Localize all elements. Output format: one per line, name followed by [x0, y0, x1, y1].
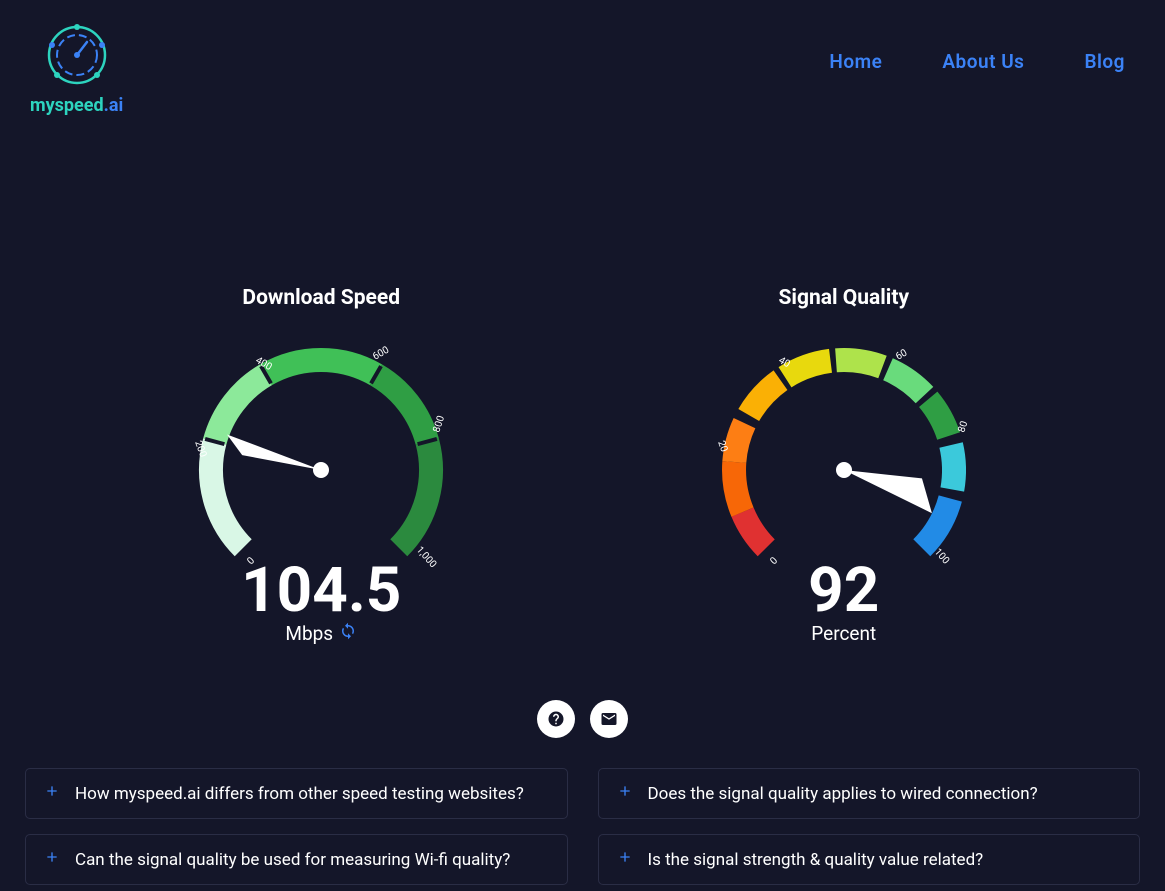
faq-item-2[interactable]: Does the signal quality applies to wired…	[598, 768, 1141, 819]
signal-title: Signal Quality	[778, 286, 909, 310]
plus-icon	[44, 849, 60, 870]
nav-home[interactable]: Home	[829, 50, 882, 73]
logo-text: myspeed.ai	[30, 95, 123, 116]
header: myspeed.ai Home About Us Blog	[0, 0, 1165, 136]
nav-blog[interactable]: Blog	[1084, 50, 1125, 73]
svg-text:1,000: 1,000	[414, 545, 439, 570]
svg-text:80: 80	[956, 419, 970, 433]
main-nav: Home About Us Blog	[829, 20, 1135, 73]
faq-item-3[interactable]: Can the signal quality be used for measu…	[25, 834, 568, 885]
question-icon	[547, 710, 565, 728]
faq-question: Does the signal quality applies to wired…	[648, 784, 1038, 804]
download-unit: Mbps	[285, 622, 333, 645]
faq-question: Can the signal quality be used for measu…	[75, 850, 510, 870]
plus-icon	[617, 849, 633, 870]
logo-icon	[42, 20, 112, 90]
signal-value: 92	[808, 560, 879, 622]
signal-gauge: Signal Quality 0 20 40 60 80 100	[644, 286, 1044, 645]
envelope-icon	[600, 710, 618, 728]
download-value: 104.5	[241, 560, 401, 622]
svg-text:800: 800	[432, 414, 448, 434]
plus-icon	[44, 783, 60, 804]
nav-about[interactable]: About Us	[942, 50, 1024, 73]
download-title: Download Speed	[242, 286, 400, 310]
faq-item-1[interactable]: How myspeed.ai differs from other speed …	[25, 768, 568, 819]
download-gauge-chart: 0 200 400 600 800 1,000	[191, 340, 451, 570]
signal-gauge-chart: 0 20 40 60 80 100	[714, 340, 974, 570]
action-buttons	[0, 700, 1165, 738]
download-gauge: Download Speed 0 200 400 600 800	[121, 286, 521, 645]
download-unit-row: Mbps	[285, 622, 357, 645]
logo[interactable]: myspeed.ai	[30, 20, 123, 116]
gauges-row: Download Speed 0 200 400 600 800	[0, 286, 1165, 645]
email-button[interactable]	[590, 700, 628, 738]
faq-section: How myspeed.ai differs from other speed …	[0, 738, 1165, 885]
plus-icon	[617, 783, 633, 804]
faq-question: How myspeed.ai differs from other speed …	[75, 784, 524, 804]
svg-text:0: 0	[768, 555, 780, 567]
svg-text:600: 600	[371, 344, 391, 362]
signal-unit: Percent	[811, 622, 876, 645]
faq-question: Is the signal strength & quality value r…	[648, 850, 984, 870]
refresh-icon[interactable]	[339, 622, 357, 645]
help-button[interactable]	[537, 700, 575, 738]
faq-item-4[interactable]: Is the signal strength & quality value r…	[598, 834, 1141, 885]
